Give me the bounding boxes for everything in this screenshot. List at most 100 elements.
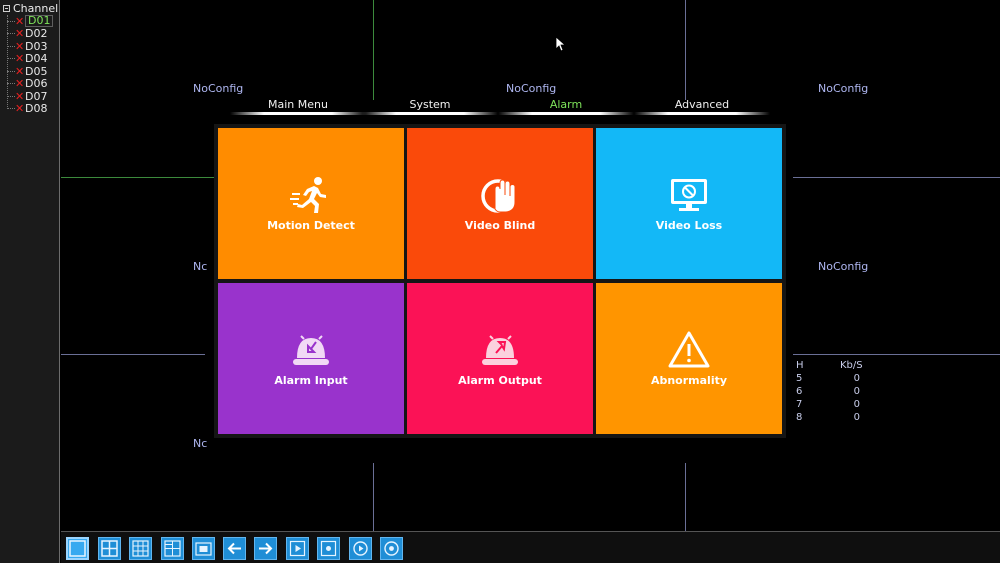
record-icon — [320, 540, 337, 557]
disconnected-x-icon: ✕ — [15, 14, 25, 28]
channel-column-header: H — [796, 360, 804, 371]
tab-label: Alarm — [549, 98, 583, 111]
quad-view-button[interactable] — [98, 537, 121, 560]
next-button[interactable] — [254, 537, 277, 560]
channel-status-text: Nc — [193, 260, 208, 273]
channel-item-d06[interactable]: ✕ D06 — [7, 77, 48, 90]
alarm-bell-in-icon — [293, 334, 329, 365]
fullscreen-button[interactable] — [192, 537, 215, 560]
channel-item-d02[interactable]: ✕ D02 — [7, 27, 48, 40]
menu-tab-bar: Main Menu System Alarm Advanced — [230, 98, 770, 118]
bitrate-row: 5 0 — [794, 372, 860, 385]
single-view-button[interactable] — [66, 537, 89, 560]
channel-number: 6 — [796, 386, 803, 397]
running-man-icon — [290, 176, 326, 213]
channel-label: D02 — [25, 27, 48, 40]
bitrate-value: 0 — [853, 412, 860, 423]
play-circle-button[interactable] — [349, 537, 372, 560]
next-arrow-icon — [259, 542, 273, 555]
mouse-cursor-icon — [556, 37, 566, 52]
channel-label: D08 — [25, 102, 48, 115]
channel-status-text: Nc — [193, 437, 208, 450]
tile-label: Alarm Output — [458, 373, 542, 387]
disconnected-x-icon: ✕ — [15, 102, 25, 115]
playback-icon — [289, 540, 306, 557]
warning-triangle-icon — [668, 331, 710, 367]
disconnected-x-icon: ✕ — [15, 77, 25, 90]
channel-number: 8 — [796, 412, 803, 423]
channel-label: D07 — [25, 89, 48, 103]
cell-border — [685, 463, 686, 531]
channel-label: D04 — [25, 52, 48, 65]
channel-item-d01[interactable]: ✕ D01 — [7, 14, 54, 28]
single-view-icon — [69, 540, 86, 557]
tab-label: System — [409, 98, 451, 111]
channel-label: D01 — [25, 15, 54, 27]
disconnected-x-icon: ✕ — [15, 27, 25, 40]
disconnected-x-icon: ✕ — [15, 39, 25, 53]
bitrate-row: 6 0 — [794, 385, 860, 398]
cell-border — [61, 354, 205, 355]
nine-view-button[interactable] — [129, 537, 152, 560]
quad-view-icon — [101, 540, 118, 557]
cell-border — [373, 0, 374, 100]
channel-item-d04[interactable]: ✕ D04 — [7, 52, 48, 65]
channel-status-text: NoConfig — [193, 82, 244, 95]
previous-arrow-icon — [227, 542, 241, 555]
alarm-input-tile[interactable]: Alarm Input — [218, 283, 404, 434]
tab-label: Main Menu — [268, 98, 328, 111]
playback-button[interactable] — [286, 537, 309, 560]
channel-item-d07[interactable]: ✕ D07 — [7, 89, 48, 103]
channel-status-text: NoConfig — [818, 260, 869, 273]
tab-advanced[interactable]: Advanced — [634, 98, 770, 115]
monitor-no-signal-icon — [671, 178, 707, 211]
channel-label: D06 — [25, 77, 48, 90]
sixteen-view-icon — [164, 540, 181, 557]
bottom-toolbar — [61, 531, 1000, 563]
previous-button[interactable] — [223, 537, 246, 560]
tab-main-menu[interactable]: Main Menu — [230, 98, 366, 115]
bitrate-value: 0 — [853, 399, 860, 410]
target-circle-button[interactable] — [380, 537, 403, 560]
bitrate-value: 0 — [853, 373, 860, 384]
disconnected-x-icon: ✕ — [15, 52, 25, 65]
alarm-bell-out-icon — [482, 334, 518, 365]
tile-label: Alarm Input — [274, 373, 348, 387]
channel-number: 5 — [796, 373, 803, 384]
kbs-column-header: Kb/S — [840, 360, 863, 371]
tile-label: Abnormality — [650, 373, 728, 387]
tile-label: Video Blind — [464, 218, 536, 232]
channel-status-text: NoConfig — [818, 82, 869, 95]
tile-label: Video Loss — [655, 218, 723, 232]
motion-detect-tile[interactable]: Motion Detect — [218, 128, 404, 279]
alarm-output-tile[interactable]: Alarm Output — [407, 283, 593, 434]
bitrate-value: 0 — [853, 386, 860, 397]
cell-border — [373, 463, 374, 531]
channel-label: D05 — [25, 64, 48, 78]
abnormality-tile[interactable]: Abnormality — [596, 283, 782, 434]
channel-item-d05[interactable]: ✕ D05 — [7, 64, 48, 78]
bitrate-table: H Kb/S 5 0 6 0 7 0 8 0 — [794, 359, 863, 424]
disconnected-x-icon: ✕ — [15, 89, 25, 103]
record-button[interactable] — [317, 537, 340, 560]
tab-label: Advanced — [674, 98, 730, 111]
cell-border — [685, 0, 686, 100]
nine-view-icon — [132, 540, 149, 557]
channel-sidebar: Channel ✕ D01 ✕ D02 ✕ D03 ✕ D04 ✕ D05 ✕ … — [0, 0, 60, 563]
video-blind-tile[interactable]: Video Blind — [407, 128, 593, 279]
channel-status-text: NoConfig — [506, 82, 557, 95]
target-circle-icon — [384, 541, 399, 556]
channel-item-d03[interactable]: ✕ D03 — [7, 39, 48, 53]
sixteen-view-button[interactable] — [161, 537, 184, 560]
cell-border — [793, 354, 1000, 355]
play-circle-icon — [353, 541, 368, 556]
tab-alarm[interactable]: Alarm — [498, 98, 634, 115]
tab-system[interactable]: System — [362, 98, 498, 115]
channel-item-d08[interactable]: ✕ D08 — [7, 102, 48, 115]
hand-blind-icon — [481, 178, 516, 213]
channel-label: D03 — [25, 39, 48, 53]
video-loss-tile[interactable]: Video Loss — [596, 128, 782, 279]
collapse-box-icon[interactable] — [3, 5, 10, 12]
alarm-menu-panel: Motion Detect Video Blind Video Loss Ala… — [214, 124, 786, 438]
bitrate-row: 8 0 — [794, 411, 860, 424]
